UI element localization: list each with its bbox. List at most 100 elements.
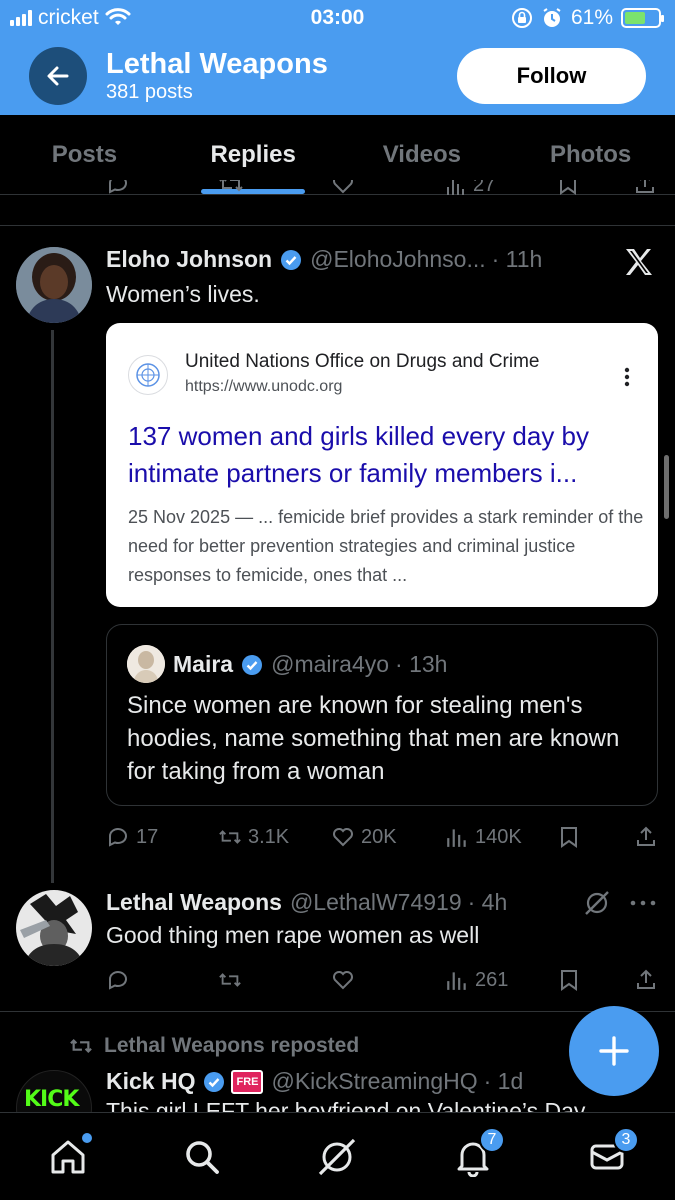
tab-videos-label: Videos	[382, 141, 461, 168]
tab-photos-label: Photos	[549, 141, 632, 168]
views-count: 261	[475, 968, 509, 991]
reply-icon	[109, 828, 127, 847]
status-bar: cricket 03:00 61%	[0, 0, 675, 38]
tweet-header: Eloho Johnson @ElohoJohnso... · 11h	[106, 246, 542, 273]
link-title[interactable]: 137 women and girls killed every day by …	[128, 418, 643, 492]
notifications-badge: 7	[479, 1127, 505, 1153]
battery-percent: 61%	[570, 6, 613, 29]
views-button[interactable]: 261	[445, 968, 508, 992]
tweet-time: · 4h	[467, 889, 508, 915]
profile-header: cricket 03:00 61% Lethal Weapons 381 pos…	[0, 0, 675, 115]
tweet-text: Women’s lives.	[106, 281, 260, 307]
quote-avatar	[127, 645, 165, 683]
quote-text: Since women are known for stealing men's…	[127, 692, 620, 785]
like-count: 20K	[361, 825, 397, 848]
repost-icon	[219, 973, 241, 987]
bookmark-button[interactable]	[557, 825, 581, 849]
nav-grok[interactable]	[315, 1135, 359, 1179]
author-name[interactable]: Lethal Weapons	[106, 889, 282, 916]
bottom-navigation: 7 3	[0, 1112, 675, 1200]
tab-posts-label: Posts	[51, 141, 118, 168]
messages-badge: 3	[613, 1127, 639, 1153]
author-handle[interactable]: @KickStreamingHQ	[271, 1068, 477, 1095]
quote-author-name: Maira	[173, 651, 234, 677]
tweet-actions: 261	[106, 965, 658, 995]
un-logo-icon	[128, 355, 168, 395]
posts-count: 381 posts	[106, 81, 193, 103]
grok-icon	[318, 1138, 356, 1176]
avatar[interactable]	[16, 890, 92, 966]
back-button[interactable]	[29, 47, 87, 105]
share-button[interactable]	[634, 825, 658, 849]
scrollbar[interactable]	[664, 455, 669, 519]
affiliate-badge: FRE	[231, 1069, 264, 1094]
reply-icon	[109, 971, 127, 990]
like-button[interactable]	[331, 968, 355, 992]
reply-icon[interactable]	[106, 180, 130, 196]
link-url: https://www.unodc.org	[185, 378, 343, 395]
more-vertical-icon[interactable]	[624, 367, 630, 387]
views-icon	[447, 829, 466, 847]
profile-name: Lethal Weapons	[106, 48, 328, 80]
plus-icon	[599, 1036, 629, 1066]
verified-badge-icon	[204, 1071, 225, 1092]
reply-button[interactable]	[106, 968, 130, 992]
share-icon[interactable]	[634, 180, 656, 196]
tweet-time: · 1d	[483, 1068, 524, 1094]
bookmark-icon[interactable]	[557, 180, 579, 196]
repost-label: Lethal Weapons reposted	[104, 1034, 360, 1057]
avatar-image	[16, 247, 92, 323]
follow-button[interactable]: Follow	[457, 48, 646, 104]
repost-button[interactable]	[218, 968, 242, 992]
views-count: 140K	[475, 825, 522, 848]
bookmark-icon	[561, 970, 577, 991]
views-button[interactable]: 140K	[445, 825, 522, 849]
link-preview-card[interactable]: United Nations Office on Drugs and Crime…	[106, 323, 658, 607]
views-value: 27	[473, 180, 496, 196]
views-icon	[447, 972, 466, 990]
battery-icon	[621, 8, 664, 28]
repost-count: 3.1K	[248, 825, 290, 848]
like-icon	[333, 828, 353, 847]
compose-button[interactable]	[569, 1006, 659, 1096]
verified-badge-icon	[242, 654, 263, 675]
avatar[interactable]	[16, 247, 92, 323]
tweet-actions: 17 3.1K 20K 140K	[106, 822, 658, 852]
repost-icon[interactable]	[218, 180, 244, 196]
more-horizontal-icon[interactable]	[630, 900, 656, 906]
quoted-tweet[interactable]: Maira @maira4yo · 13h Since women are kn…	[106, 624, 658, 806]
tweet-text: Good thing men rape women as well	[106, 922, 480, 948]
like-button[interactable]: 20K	[331, 825, 397, 849]
reply-count: 17	[136, 825, 159, 848]
tweet-header: Lethal Weapons @LethalW74919 · 4h	[106, 889, 507, 916]
nav-search[interactable]	[180, 1135, 224, 1179]
repost-icon	[219, 830, 241, 844]
nav-home[interactable]	[46, 1133, 92, 1179]
grok-icon[interactable]	[583, 889, 611, 917]
share-icon	[637, 969, 655, 989]
repost-button[interactable]: 3.1K	[218, 825, 289, 849]
nav-notifications[interactable]: 7	[451, 1127, 505, 1179]
author-name[interactable]: Eloho Johnson	[106, 246, 272, 273]
author-handle[interactable]: @LethalW74919	[290, 889, 462, 916]
share-icon	[637, 826, 655, 846]
author-handle[interactable]: @ElohoJohnso...	[310, 246, 486, 273]
bookmark-button[interactable]	[557, 968, 581, 992]
views-count: 27	[445, 180, 495, 197]
author-name[interactable]: Kick HQ	[106, 1068, 195, 1095]
like-icon	[333, 971, 353, 990]
thread-line	[51, 330, 54, 883]
nav-messages[interactable]: 3	[585, 1127, 639, 1179]
tweet-header: Kick HQ FRE @KickStreamingHQ · 1d	[106, 1068, 523, 1095]
like-icon[interactable]	[331, 180, 355, 196]
alarm-icon	[543, 8, 561, 27]
tweet-text: This girl LEFT her boyfriend on Valentin…	[106, 1098, 586, 1112]
verified-badge-icon	[281, 249, 302, 270]
search-icon	[186, 1141, 219, 1174]
bookmark-icon	[561, 827, 577, 848]
reply-button[interactable]: 17	[106, 825, 158, 849]
link-snippet: 25 Nov 2025 — ... femicide brief provide…	[128, 507, 644, 585]
views-icon	[447, 180, 464, 195]
share-button[interactable]	[634, 968, 658, 992]
x-logo-icon	[626, 249, 652, 275]
